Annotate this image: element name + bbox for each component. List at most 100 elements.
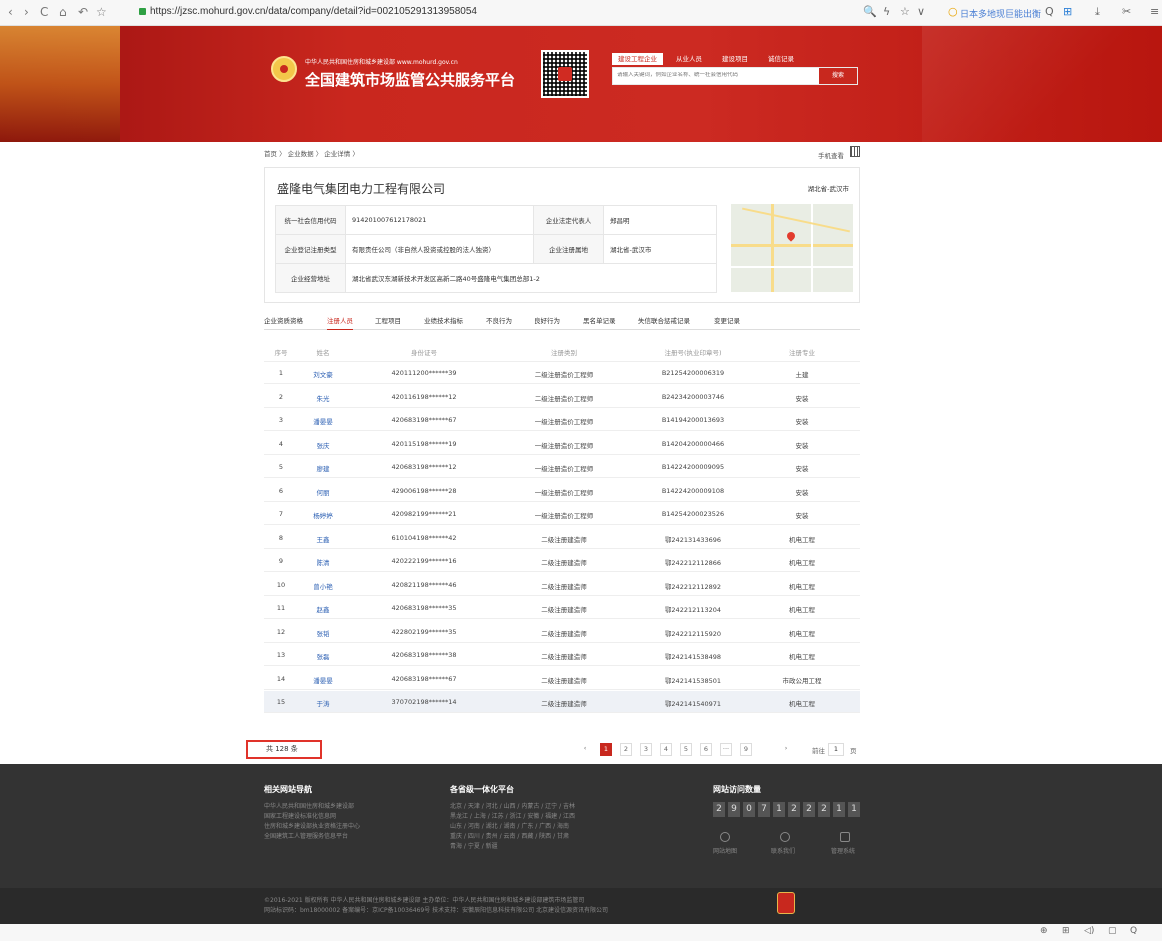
cell-index: 6 <box>278 486 284 495</box>
cell-name[interactable]: 王鑫 <box>298 534 348 544</box>
goto-label: 前往 <box>812 747 825 755</box>
search-icon[interactable]: Q <box>1045 5 1054 18</box>
bookmark-star-icon[interactable]: ☆ <box>96 4 107 20</box>
page-1[interactable]: 1 <box>600 743 612 756</box>
cell-name[interactable]: 朱光 <box>298 393 348 403</box>
footer-link[interactable]: 全国建筑工人管理服务信息平台 <box>264 832 348 842</box>
window-icon[interactable]: ▢ <box>1108 926 1117 936</box>
cell-name[interactable]: 刘文豪 <box>298 369 348 379</box>
tab-qualifications[interactable]: 企业资质资格 <box>264 315 303 330</box>
cell-index: 2 <box>278 392 284 401</box>
nav-policy[interactable]: 政策法规 <box>564 146 598 158</box>
page-5[interactable]: 5 <box>680 743 692 756</box>
tab-blacklist[interactable]: 黑名单记录 <box>583 315 616 330</box>
cell-name[interactable]: 何丽 <box>298 487 348 497</box>
cell-name[interactable]: 潘晏晏 <box>298 416 348 426</box>
flash-icon[interactable]: ϟ <box>883 5 890 18</box>
sitemap-label[interactable]: 网站地图 <box>713 846 737 855</box>
search-tab-enterprise[interactable]: 建设工程企业 <box>612 53 663 65</box>
search-tab-credit[interactable]: 诚信记录 <box>762 53 800 65</box>
tab-joint-punishment[interactable]: 失信联合惩戒记录 <box>638 315 690 330</box>
address-bar[interactable]: https://jzsc.mohurd.gov.cn/data/company/… <box>150 6 477 17</box>
admin-icon[interactable] <box>840 832 850 842</box>
location-map[interactable] <box>731 204 853 292</box>
chevron-down-icon[interactable]: ∨ <box>917 5 925 18</box>
reload-icon[interactable]: C <box>40 4 48 20</box>
government-badge-icon[interactable] <box>777 892 795 914</box>
footer-link[interactable]: 住房和城乡建设部执业资格注册中心 <box>264 822 360 832</box>
goto-page-input[interactable]: 1 <box>828 743 844 756</box>
search-tab-project[interactable]: 建设项目 <box>716 53 754 65</box>
platform-links[interactable]: 重庆 / 四川 / 贵州 / 云南 / 西藏 / 陕西 / 甘肃 <box>450 832 569 842</box>
back-icon[interactable]: ‹ <box>8 4 13 20</box>
page-2[interactable]: 2 <box>620 743 632 756</box>
apps-icon[interactable]: ⊞ <box>1063 5 1072 18</box>
cell-name[interactable]: 陈清 <box>298 557 348 567</box>
page-3[interactable]: 3 <box>640 743 652 756</box>
nav-credit[interactable]: 信用建设 <box>443 146 477 158</box>
cell-id-number: 420116198******12 <box>391 392 457 401</box>
cell-reg-number: 鄂242131433696 <box>664 535 722 544</box>
volume-icon[interactable]: ◁) <box>1084 926 1094 936</box>
favorite-icon[interactable]: ☆ <box>900 5 910 18</box>
cell-name[interactable]: 潘晏晏 <box>298 675 348 685</box>
search-input[interactable] <box>617 72 817 78</box>
status-icon[interactable]: ⊕ <box>1040 926 1048 936</box>
footer-link[interactable]: 中华人民共和国住房和城乡建设部 <box>264 802 354 812</box>
search-box: 搜索 <box>612 67 858 85</box>
qr-icon[interactable] <box>850 146 860 157</box>
search-button[interactable]: 搜索 <box>819 68 857 84</box>
tab-change-records[interactable]: 变更记录 <box>714 315 740 330</box>
tab-good-behavior[interactable]: 良好行为 <box>534 315 560 330</box>
scissors-icon[interactable]: ✂ <box>1122 5 1131 18</box>
next-page-button[interactable]: › <box>780 743 792 756</box>
platform-links[interactable]: 黑龙江 / 上海 / 江苏 / 浙江 / 安徽 / 福建 / 江西 <box>450 812 575 822</box>
status-icon[interactable]: ⊞ <box>1062 926 1070 936</box>
download-icon[interactable]: ⤓ <box>1095 5 1100 19</box>
cell-specialty: 安装 <box>795 512 809 520</box>
prev-page-button[interactable]: ‹ <box>579 743 591 756</box>
forward-icon[interactable]: › <box>24 4 29 20</box>
zoom-icon[interactable]: 🔍 <box>863 5 877 18</box>
cell-reg-number: B14254200023526 <box>661 510 725 518</box>
cell-name[interactable]: 赵鑫 <box>298 604 348 614</box>
news-promo[interactable]: 日本多地现巨能出衡 <box>960 7 1041 20</box>
breadcrumb[interactable]: 首页 〉 企业数据 〉 企业详情 〉 <box>264 148 359 158</box>
cell-index: 14 <box>276 674 286 683</box>
nav-faq[interactable]: 问题解答 <box>685 146 719 158</box>
mobile-view-link[interactable]: 手机查看 <box>818 150 844 160</box>
cell-name[interactable]: 于涛 <box>298 698 348 708</box>
cell-name[interactable]: 曾小艳 <box>298 581 348 591</box>
platform-links[interactable]: 青海 / 宁夏 / 新疆 <box>450 842 498 852</box>
menu-icon[interactable]: ≡ <box>1150 5 1159 18</box>
cell-name[interactable]: 张庆 <box>298 440 348 450</box>
cell-name[interactable]: 廖建 <box>298 463 348 473</box>
nav-workers[interactable]: 建筑工人 <box>503 146 537 158</box>
platform-links[interactable]: 山东 / 河南 / 湖北 / 湖南 / 广东 / 广西 / 海南 <box>450 822 569 832</box>
tab-registered-staff[interactable]: 注册人员 <box>327 315 353 330</box>
cell-category: 一级注册造价工程师 <box>534 465 594 473</box>
undo-icon[interactable]: ↶ <box>78 4 88 20</box>
cell-name[interactable]: 张磊 <box>298 651 348 661</box>
tab-performance[interactable]: 业绩技术指标 <box>424 315 463 330</box>
cell-name[interactable]: 张韬 <box>298 628 348 638</box>
page-9[interactable]: 9 <box>740 743 752 756</box>
contact-icon[interactable] <box>780 832 790 842</box>
tab-bad-behavior[interactable]: 不良行为 <box>486 315 512 330</box>
admin-label[interactable]: 管理系统 <box>831 846 855 855</box>
nav-e-license[interactable]: 电子证照 <box>624 146 658 158</box>
footer-link[interactable]: 国家工程建设标准化信息网 <box>264 812 336 822</box>
home-icon[interactable]: ⌂ <box>59 4 67 20</box>
search-tab-personnel[interactable]: 从业人员 <box>670 53 708 65</box>
sitemap-icon[interactable] <box>720 832 730 842</box>
page-4[interactable]: 4 <box>660 743 672 756</box>
tab-projects[interactable]: 工程项目 <box>375 315 401 330</box>
platform-links[interactable]: 北京 / 天津 / 河北 / 山西 / 内蒙古 / 辽宁 / 吉林 <box>450 802 575 812</box>
cell-name[interactable]: 杨婷婷 <box>298 510 348 520</box>
zoom-icon[interactable]: Q <box>1130 926 1137 936</box>
page-ellipsis[interactable]: ··· <box>720 743 732 756</box>
page-6[interactable]: 6 <box>700 743 712 756</box>
nav-data-service[interactable]: 数据服务 <box>383 146 417 158</box>
nav-site-news[interactable]: 网站动态 <box>746 146 780 158</box>
contact-label[interactable]: 联系我们 <box>771 846 795 855</box>
